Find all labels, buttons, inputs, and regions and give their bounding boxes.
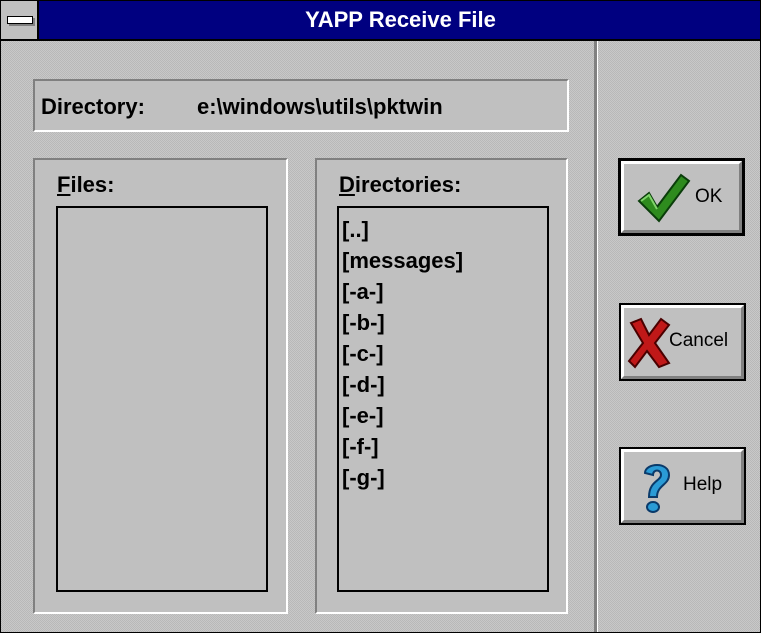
directory-display: Directory: e:\windows\utils\pktwin <box>33 79 569 132</box>
list-item[interactable]: [-f-] <box>339 431 547 462</box>
red-x-icon <box>627 317 671 369</box>
system-menu-button[interactable] <box>1 1 39 39</box>
window-title: YAPP Receive File <box>305 7 496 32</box>
list-item[interactable]: [-b-] <box>339 307 547 338</box>
system-menu-icon <box>7 16 33 24</box>
ok-button[interactable]: OK <box>618 158 745 236</box>
directory-label: Directory: <box>41 94 145 119</box>
cancel-label: Cancel <box>669 330 729 351</box>
directories-panel: Directories: [..] [messages] [-a-] [-b-]… <box>315 158 568 614</box>
files-panel: Files: <box>33 158 288 614</box>
list-item[interactable]: [-g-] <box>339 462 547 493</box>
question-mark-icon <box>643 464 671 513</box>
list-item[interactable]: [-a-] <box>339 276 547 307</box>
list-item[interactable]: [-d-] <box>339 369 547 400</box>
directories-label: Directories: <box>339 172 462 197</box>
list-item[interactable]: [messages] <box>339 245 547 276</box>
button-area-divider <box>594 41 598 632</box>
files-label: Files: <box>57 172 115 197</box>
yapp-receive-file-dialog: YAPP Receive File Directory: e:\windows\… <box>0 0 761 633</box>
title-bar[interactable]: YAPP Receive File <box>1 1 760 41</box>
directory-path: e:\windows\utils\pktwin <box>197 94 443 119</box>
help-label: Help <box>683 474 723 495</box>
list-item[interactable]: [-c-] <box>339 338 547 369</box>
list-item[interactable]: [-e-] <box>339 400 547 431</box>
help-button[interactable]: Help <box>619 447 746 525</box>
files-listbox[interactable] <box>56 206 268 592</box>
directories-listbox[interactable]: [..] [messages] [-a-] [-b-] [-c-] [-d-] … <box>337 206 549 592</box>
cancel-button[interactable]: Cancel <box>619 303 746 381</box>
ok-label: OK <box>695 186 723 207</box>
checkmark-icon <box>637 173 691 223</box>
list-item[interactable]: [..] <box>339 214 547 245</box>
